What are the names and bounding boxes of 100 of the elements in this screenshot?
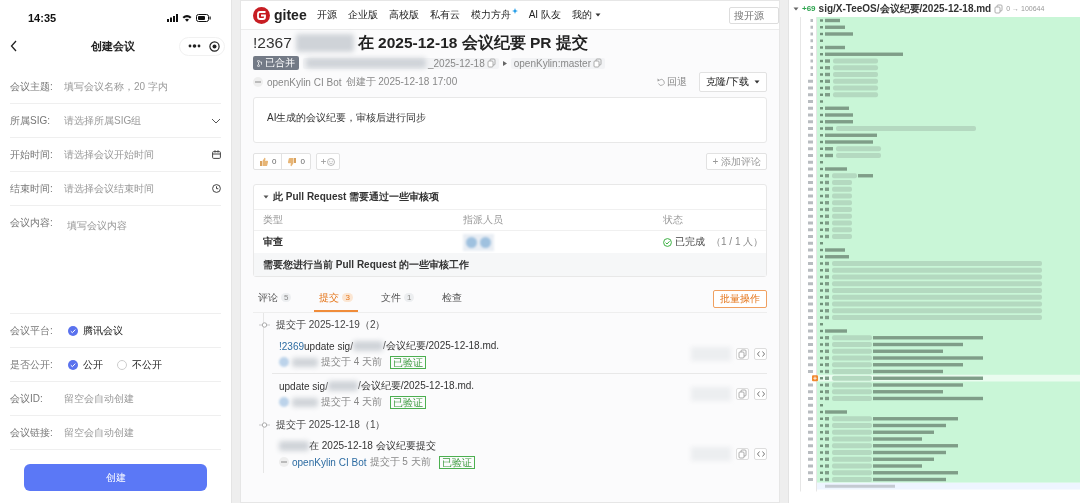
caret-icon[interactable] [793, 6, 799, 11]
back-icon[interactable] [10, 40, 18, 52]
nav-link[interactable]: 企业版 [347, 8, 378, 22]
review-title: 此 Pull Request 需要通过一些审核项 [273, 190, 440, 204]
blurred-avatars [463, 233, 494, 251]
battery-icon [196, 14, 211, 22]
sparkle-icon [511, 8, 518, 14]
copy-icon [738, 449, 747, 459]
nav-link[interactable]: 高校版 [388, 8, 419, 22]
commit-message: /会议纪要/2025-12-18.md. [382, 339, 500, 353]
more-icon[interactable] [188, 44, 201, 48]
reaction-button[interactable]: 0 [281, 154, 310, 169]
file-path: sig/X-TeeOS/会议纪要/2025-12-18.md [818, 1, 992, 16]
radio-option[interactable]: 公开 [68, 357, 103, 372]
verified-tag: 已验证 [390, 395, 427, 409]
create-button[interactable]: 创建 [24, 464, 207, 491]
count-badge: 5 [281, 293, 292, 302]
nav-link[interactable]: AI 队友 [528, 8, 561, 22]
field-label: 会议ID: [10, 391, 44, 406]
commit-message: 在 2025-12-18 会议纪要提交 [309, 439, 436, 453]
bot-avatar-icon [253, 77, 263, 87]
status-badge: 已合并 [253, 56, 299, 70]
copy-icon [738, 349, 747, 359]
code-icon [756, 391, 765, 397]
radio-icon[interactable] [117, 359, 127, 370]
author-link[interactable]: openKylin CI Bot [292, 456, 367, 468]
copy-icon [738, 389, 747, 399]
reaction-button[interactable]: 0 [254, 154, 282, 169]
thumbs-up-icon [259, 156, 269, 167]
caret-icon [754, 80, 760, 84]
chevron-down-icon [211, 117, 221, 124]
arrow-right-icon [502, 60, 507, 66]
created-time: 创建于 2025-12-18 17:00 [345, 75, 458, 89]
nav-link[interactable]: 开源 [316, 8, 337, 22]
radio-checked-icon[interactable] [68, 325, 78, 336]
field-label: 会议链接: [10, 425, 54, 440]
code-button[interactable] [754, 348, 767, 360]
tab[interactable]: 评论 5 [253, 285, 297, 312]
tab[interactable]: 文件 1 [375, 285, 420, 312]
blurred-avatar [279, 357, 289, 367]
clock-icon [212, 184, 221, 193]
radio-option[interactable]: 腾讯会议 [68, 323, 123, 338]
blurred-name [292, 397, 318, 407]
nav-link[interactable]: 私有云 [429, 8, 460, 22]
table-cell-text: 审查 [263, 235, 284, 249]
commit-node-icon [259, 422, 270, 428]
code-button[interactable] [754, 448, 767, 460]
blurred-text [279, 441, 309, 451]
group-title: 提交于 2025-12-18（1） [276, 418, 386, 432]
radio-checked-icon[interactable] [68, 359, 78, 370]
caret-icon [594, 13, 601, 17]
copy-button[interactable] [736, 448, 749, 460]
revert-button[interactable]: 回退 [657, 75, 688, 89]
nav-link[interactable]: 我的 [571, 8, 601, 22]
bot-avatar-icon [279, 457, 289, 467]
clone-button[interactable]: 克隆/下载 [699, 72, 767, 92]
target-icon[interactable] [209, 40, 220, 52]
copy-icon[interactable] [994, 3, 1004, 14]
copy-button[interactable] [736, 388, 749, 400]
calendar-icon [212, 150, 221, 159]
search-field[interactable]: 搜开源 [729, 6, 779, 24]
smiley-icon [326, 157, 335, 166]
commit-link[interactable]: !2369 [279, 340, 305, 352]
commit-time: 提交于 4 天前 [321, 395, 383, 409]
nav-link[interactable]: 模力方舟 [470, 8, 518, 22]
target-branch: openKylin:master [513, 57, 591, 69]
count-badge: 1 [403, 293, 415, 302]
blurred-text [352, 341, 383, 351]
code-icon [756, 451, 765, 457]
field-label: 结束时间: [10, 181, 54, 196]
progress-text: （1 / 1 人） [711, 235, 764, 249]
status-text: 已完成 [675, 235, 705, 249]
source-branch: _2025-12-18 [428, 57, 485, 69]
blurred-avatar [279, 397, 289, 407]
copy-icon[interactable] [486, 58, 496, 68]
field-label: 会议主题: [10, 79, 54, 94]
copy-icon[interactable] [593, 58, 602, 68]
logo-icon [253, 6, 270, 24]
commit-message: update sig/ [304, 340, 353, 352]
verified-tag: 已验证 [390, 355, 427, 369]
added-count: +69 [802, 4, 816, 13]
copy-button[interactable] [736, 348, 749, 360]
blurred-name [292, 357, 318, 367]
review-note: 需要您进行当前 Pull Request 的一些审核工作 [254, 253, 766, 276]
field-label: 会议平台: [10, 323, 54, 338]
wifi-icon [182, 14, 192, 22]
code-icon [756, 351, 765, 357]
tab[interactable]: 检查 [437, 285, 468, 312]
code-button[interactable] [754, 388, 767, 400]
add-reaction-button[interactable] [315, 153, 340, 170]
verified-tag: 已验证 [438, 455, 475, 469]
radio-option[interactable]: 不公开 [117, 357, 162, 372]
author-name[interactable]: openKylin CI Bot [267, 76, 342, 88]
column-header: 类型 [263, 213, 284, 227]
group-title: 提交于 2025-12-19（2） [276, 318, 386, 332]
caret-icon[interactable] [263, 195, 269, 199]
description-card: AI生成的会议纪要，审核后进行同步 [253, 97, 767, 143]
commit-node-icon [259, 322, 270, 328]
field-label: 是否公开: [10, 357, 54, 372]
commit-time: 提交于 4 天前 [321, 355, 383, 369]
